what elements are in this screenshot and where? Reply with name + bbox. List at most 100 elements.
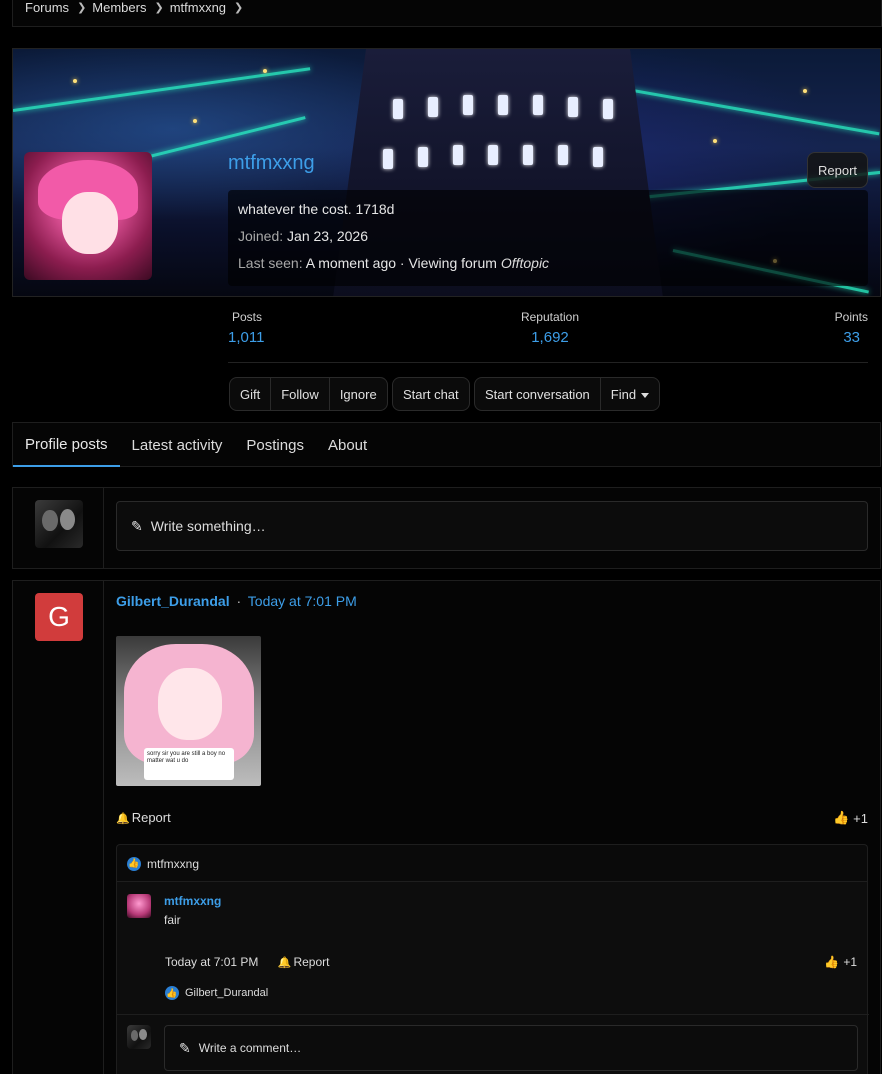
breadcrumb: Forums ❯ Members ❯ mtfmxxng ❯ [12,0,882,27]
caret-down-icon [641,392,650,398]
comment-time-link[interactable]: Today at 7:01 PM [165,955,258,969]
banner-beam [632,89,880,136]
tab-postings[interactable]: Postings [234,423,316,467]
post-reactions: 👍 mtfmxxng [116,844,868,882]
avatar-figure [130,1029,139,1041]
profile-username: mtfmxxng [228,152,315,174]
banner-beam [13,67,311,112]
reacted-user-link[interactable]: Gilbert_Durandal [185,987,268,999]
image-face [158,668,222,740]
write-placeholder: Write something… [150,518,266,534]
breadcrumb-label: mtfmxxng [169,0,227,15]
stat-reputation: Reputation 1,692 [520,310,580,346]
new-profile-post: ✎ Write something… [12,487,881,569]
tower-window [558,145,568,165]
pencil-icon: ✎ [179,1039,191,1056]
stat-value: 33 [843,329,860,346]
profile-tabs: Profile posts Latest activity Postings A… [12,422,881,467]
viewing-forum-link[interactable]: Offtopic [501,255,549,271]
profile-actions-group: Gift Follow Ignore [229,377,388,411]
stat-value: 1,011 [228,329,265,346]
tab-latest-activity[interactable]: Latest activity [120,423,235,467]
like-comment-button[interactable]: 👍 +1 [824,955,857,969]
chat-group: Start chat [392,377,470,411]
tower-window [568,97,578,117]
comment-reactions: 👍 Gilbert_Durandal [165,986,268,1000]
report-profile-button[interactable]: Report [807,152,868,188]
image-caption: sorry sir you are still a boy no matter … [144,748,234,780]
comment-text: fair [164,913,181,927]
avatar-figure [139,1029,148,1041]
stat-value: 1,692 [531,329,569,346]
banner-star [193,119,197,123]
report-post-button[interactable]: 🔔 Report [116,810,171,825]
breadcrumb-user[interactable]: mtfmxxng ❯ [170,0,250,15]
comment-divider [117,1014,869,1015]
stat-posts[interactable]: Posts 1,011 [228,310,264,346]
thumbs-up-icon: 👍 [832,810,850,825]
breadcrumb-members[interactable]: Members ❯ [92,0,169,15]
profile-info: whatever the cost. 1718d Joined: Jan 23,… [228,190,868,286]
stat-points[interactable]: Points 33 [835,310,868,346]
post-separator: · [236,593,242,609]
avatar-figure [42,509,58,532]
profile-post: G Gilbert_Durandal · Today at 7:01 PM so… [12,580,881,1074]
start-conversation-button[interactable]: Start conversation [475,378,600,410]
bell-icon: 🔔 [116,813,130,825]
tower-window [533,95,543,115]
profile-last-seen: Last seen: A moment ago · Viewing forum … [238,254,858,281]
conversation-group: Start conversation Find [474,377,661,411]
reacted-user-link[interactable]: mtfmxxng [147,857,199,871]
profile-stats: Posts 1,011 Reputation 1,692 Points 33 [228,310,868,363]
author-avatar[interactable]: G [35,593,83,641]
write-comment-input[interactable]: ✎ Write a comment… [164,1025,858,1071]
last-seen-label: Last seen: [238,255,303,271]
joined-value: Jan 23, 2026 [287,228,369,244]
like-post-button[interactable]: 👍 +1 [833,810,868,826]
profile-joined: Joined: Jan 23, 2026 [238,227,858,254]
tower-window [428,97,438,117]
comment-author-avatar[interactable] [127,894,151,918]
tower-window [393,99,403,119]
report-comment-button[interactable]: 🔔 Report [278,955,330,969]
report-label: Report [293,955,330,969]
last-seen-value: A moment ago [305,255,397,271]
new-post-avatar-column [13,488,104,568]
banner-star [803,89,807,93]
banner-star [263,69,267,73]
post-image[interactable]: sorry sir you are still a boy no matter … [116,636,261,786]
post-author-link[interactable]: Gilbert_Durandal [116,593,230,609]
ignore-button[interactable]: Ignore [328,378,387,410]
profile-avatar[interactable] [24,152,152,280]
tower-window [603,99,613,119]
breadcrumb-forums[interactable]: Forums ❯ [25,0,92,15]
comment-author-link[interactable]: mtfmxxng [164,894,221,908]
tab-about[interactable]: About [316,423,379,467]
comment-placeholder: Write a comment… [198,1041,302,1055]
chevron-right-icon: ❯ [154,1,164,14]
tab-profile-posts[interactable]: Profile posts [13,423,120,467]
stat-label: Points [834,310,868,324]
find-dropdown[interactable]: Find [599,378,659,410]
viewing-label: · Viewing forum [399,255,497,271]
profile-status: whatever the cost. 1718d [238,201,395,217]
bell-icon: 🔔 [277,957,292,969]
write-something-input[interactable]: ✎ Write something… [116,501,868,551]
tower-window [488,145,498,165]
start-chat-button[interactable]: Start chat [393,378,469,410]
like-label: +1 [853,810,868,826]
pencil-icon: ✎ [131,517,143,534]
tower-window [498,95,508,115]
like-reaction-icon: 👍 [127,856,141,871]
follow-button[interactable]: Follow [270,378,329,410]
report-label: Report [131,810,171,825]
stat-label: Reputation [520,310,580,324]
gift-button[interactable]: Gift [230,378,270,410]
comment-actions: Today at 7:01 PM 🔔 Report 👍 +1 [165,955,857,969]
tower-window [593,147,603,167]
tower-window [523,145,533,165]
post-time-link[interactable]: Today at 7:01 PM [248,593,357,609]
breadcrumb-label: Forums [25,0,70,15]
tower-window [453,145,463,165]
post-avatar-column: G [13,581,104,1074]
